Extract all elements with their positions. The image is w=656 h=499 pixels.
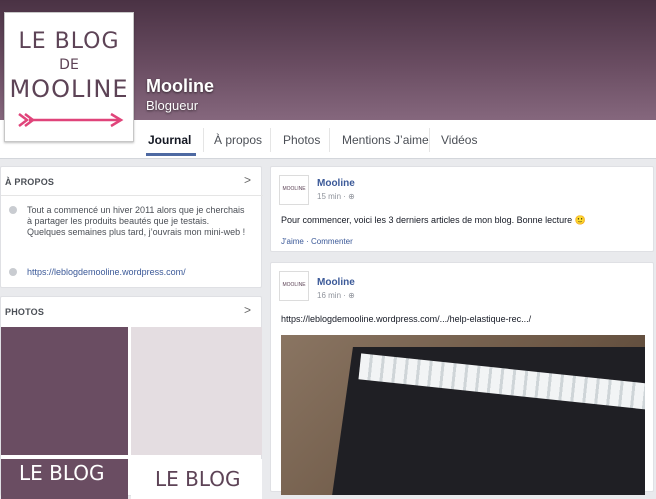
photos-box: PHOTOS > LE BLOG LE BLOG xyxy=(0,296,262,499)
globe-icon xyxy=(9,268,17,276)
post-avatar[interactable]: MOOLINE xyxy=(279,175,309,205)
logo-line-3: MOOLINE xyxy=(9,75,129,103)
page-name[interactable]: Mooline xyxy=(146,76,214,97)
chevron-right-icon[interactable]: > xyxy=(244,173,251,187)
tab-separator xyxy=(203,128,204,152)
globe-icon: ⊕ xyxy=(348,291,355,300)
tab-journal[interactable]: Journal xyxy=(148,133,191,147)
photo-thumbnail[interactable]: LE BLOG xyxy=(131,459,262,499)
chevron-right-icon[interactable]: > xyxy=(244,303,251,317)
active-tab-indicator xyxy=(146,153,196,156)
tab-separator xyxy=(329,128,330,152)
post-time: 16 min xyxy=(317,291,342,300)
about-header[interactable]: À PROPOS xyxy=(5,177,54,187)
logo-line-1: LE BLOG xyxy=(18,29,120,54)
photo-thumbnail[interactable] xyxy=(131,327,262,455)
logo-line-2: DE xyxy=(59,57,79,73)
post-card: MOOLINE Mooline 16 min · ⊕ https://leblo… xyxy=(270,262,654,495)
arrow-icon xyxy=(18,112,124,128)
post-card: MOOLINE Mooline 15 min · ⊕ Pour commence… xyxy=(270,166,654,252)
logo-mini: MOOLINE xyxy=(282,186,306,192)
post-time: 15 min xyxy=(317,192,342,201)
logo-line-1: LE BLOG xyxy=(19,461,105,485)
website-link[interactable]: https://leblogdemooline.wordpress.com/ xyxy=(27,267,186,278)
tab-separator xyxy=(429,128,430,152)
about-box: À PROPOS > Tout a commencé un hiver 2011… xyxy=(0,166,263,288)
divider xyxy=(1,195,263,196)
photo-thumbnail[interactable]: LE BLOG xyxy=(1,459,128,499)
tab-about[interactable]: À propos xyxy=(214,133,262,147)
logo-mini: MOOLINE xyxy=(282,282,306,288)
post-author[interactable]: Mooline xyxy=(317,277,355,288)
post-text: Pour commencer, voici les 3 derniers art… xyxy=(281,215,586,225)
post-link[interactable]: https://leblogdemooline.wordpress.com/..… xyxy=(281,314,531,324)
post-timestamp[interactable]: 15 min · ⊕ xyxy=(317,192,355,201)
tab-separator xyxy=(270,128,271,152)
page-category: Blogueur xyxy=(146,98,199,113)
post-actions[interactable]: J'aime · Commenter xyxy=(281,237,353,246)
post-timestamp[interactable]: 16 min · ⊕ xyxy=(317,291,355,300)
photo-thumbnail[interactable] xyxy=(1,327,128,455)
globe-icon: ⊕ xyxy=(348,192,355,201)
tab-likes[interactable]: Mentions J’aime xyxy=(342,133,429,147)
post-avatar[interactable]: MOOLINE xyxy=(279,271,309,301)
logo-line-1: LE BLOG xyxy=(155,467,241,491)
profile-picture[interactable]: LE BLOG DE MOOLINE xyxy=(4,12,134,142)
post-author[interactable]: Mooline xyxy=(317,178,355,189)
tab-videos[interactable]: Vidéos xyxy=(441,133,477,147)
tab-photos[interactable]: Photos xyxy=(283,133,320,147)
post-photo[interactable] xyxy=(281,335,645,495)
about-description: Tout a commencé un hiver 2011 alors que … xyxy=(27,205,246,237)
info-icon xyxy=(9,206,17,214)
photos-header[interactable]: PHOTOS xyxy=(5,307,44,317)
